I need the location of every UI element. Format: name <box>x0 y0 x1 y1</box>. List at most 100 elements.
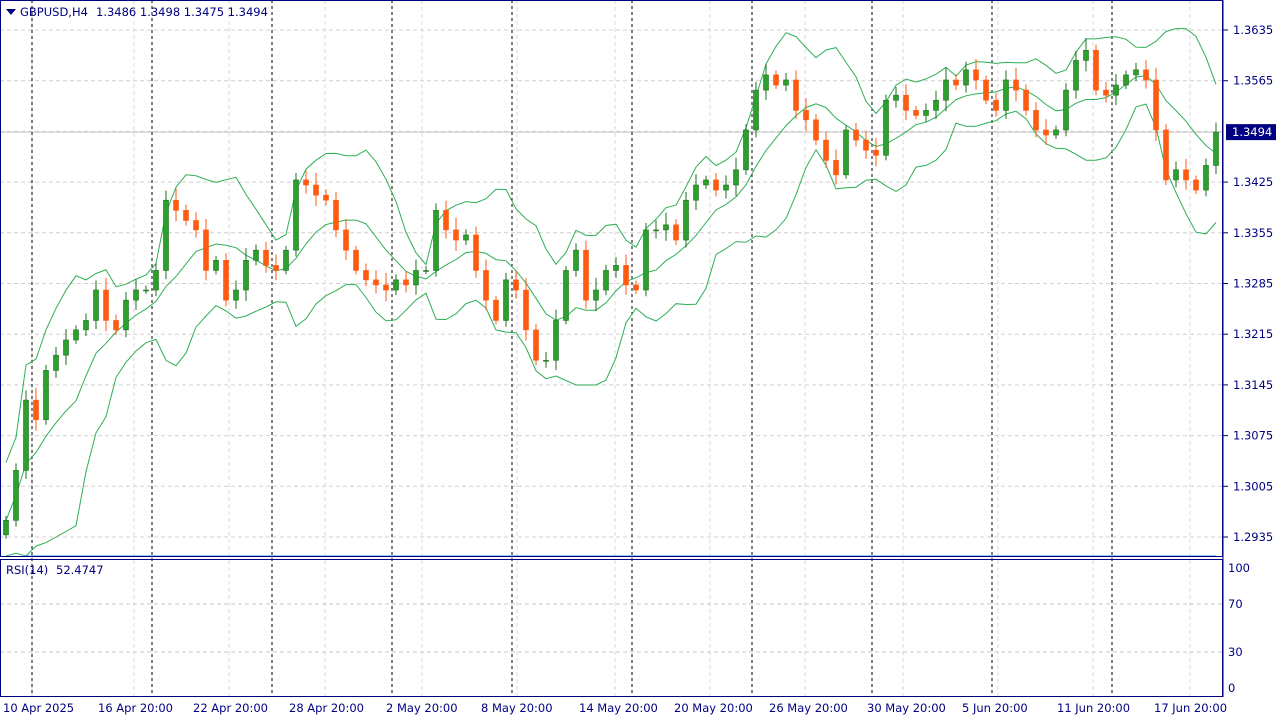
candle-body <box>1183 169 1189 181</box>
time-tick-label: 14 May 20:00 <box>579 701 658 715</box>
rsi-tick-label: 0 <box>1228 681 1235 695</box>
price-tick-label: 1.3635 <box>1233 23 1273 37</box>
candle-body <box>413 270 419 286</box>
candle-body <box>1163 129 1169 181</box>
candle-body <box>213 260 219 271</box>
candle-body <box>3 520 9 536</box>
candle-body <box>163 199 169 271</box>
candle-body <box>203 229 209 271</box>
rsi-tick-label: 30 <box>1228 645 1243 659</box>
candle-body <box>623 265 629 286</box>
time-tick-label: 26 May 20:00 <box>769 701 848 715</box>
candle-body <box>593 289 599 301</box>
candle-body <box>713 179 719 191</box>
candle-body <box>653 229 659 232</box>
candle-body <box>923 110 929 116</box>
price-chart[interactable]: 1.3635 1.3565 1.3425 1.3355 1.3285 1.3215 1.31… <box>0 0 1280 720</box>
time-tick-label: 28 Apr 20:00 <box>289 701 364 715</box>
rsi-value-label: 52.4747 <box>56 563 104 577</box>
price-tick-label: 1.3215 <box>1233 327 1273 341</box>
ohlc-label: 1.3486 1.3498 1.3475 1.3494 <box>96 5 268 19</box>
candle-body <box>603 270 609 291</box>
candle-body <box>673 224 679 241</box>
price-tick-label: 1.3145 <box>1233 378 1273 392</box>
candle-body <box>703 179 709 186</box>
time-tick-label: 17 Jun 20:00 <box>1154 701 1227 715</box>
candle-body <box>103 289 109 321</box>
candle-body <box>533 329 539 361</box>
candle-body <box>453 229 459 241</box>
candle-body <box>1043 129 1049 136</box>
time-tick-label: 8 May 20:00 <box>481 701 553 715</box>
candle-body <box>763 74 769 91</box>
candle-body <box>123 299 129 331</box>
candle-body <box>193 220 199 231</box>
candle-body <box>273 265 279 271</box>
price-tick-label: 1.2935 <box>1233 530 1273 544</box>
current-price-label: 1.3494 <box>1232 125 1272 139</box>
candle-body <box>23 399 29 471</box>
candle-body <box>543 359 549 362</box>
candle-body <box>743 129 749 171</box>
candle-body <box>423 270 429 272</box>
candle-body <box>983 79 989 101</box>
candle-body <box>873 149 879 156</box>
candle-body <box>1013 79 1019 91</box>
candle-body <box>1153 79 1159 131</box>
candle-body <box>173 199 179 211</box>
candle-body <box>353 249 359 271</box>
candle-body <box>913 110 919 116</box>
time-tick-label: 16 Apr 20:00 <box>98 701 173 715</box>
candle-body <box>493 299 499 321</box>
candle-body <box>1003 79 1009 111</box>
candle-body <box>933 99 939 111</box>
candle-body <box>863 139 869 151</box>
candle-body <box>793 79 799 111</box>
candle-body <box>1033 110 1039 131</box>
candle-body <box>1133 69 1139 76</box>
candle-body <box>1073 60 1079 91</box>
candle-body <box>1023 89 1029 111</box>
rsi-tick-label: 70 <box>1228 597 1243 611</box>
time-tick-label: 10 Apr 2025 <box>3 701 74 715</box>
candle-body <box>883 99 889 156</box>
candle-body <box>823 139 829 161</box>
candle-body <box>1053 129 1059 136</box>
candle-body <box>1083 49 1089 61</box>
candle-body <box>133 289 139 301</box>
price-tick-label: 1.3075 <box>1233 429 1273 443</box>
candle-body <box>843 129 849 176</box>
candle-body <box>253 249 259 261</box>
candle-body <box>1203 165 1209 191</box>
candle-body <box>583 249 589 301</box>
candle-body <box>1173 169 1179 181</box>
candle-body <box>523 289 529 331</box>
candle-body <box>343 229 349 251</box>
time-tick-label: 5 Jun 20:00 <box>962 701 1028 715</box>
candle-body <box>333 199 339 231</box>
time-tick-label: 11 Jun 20:00 <box>1057 701 1130 715</box>
candle-body <box>973 69 979 81</box>
candle-body <box>733 169 739 186</box>
candle-body <box>113 320 119 331</box>
candle-body <box>893 94 899 101</box>
candle-body <box>383 284 389 291</box>
candle-body <box>233 289 239 301</box>
time-tick-label: 30 May 20:00 <box>867 701 946 715</box>
candle-body <box>853 129 859 141</box>
candle-body <box>1123 74 1129 86</box>
rsi-tick-label: 100 <box>1228 561 1250 575</box>
candle-body <box>433 210 439 271</box>
candle-body <box>183 210 189 221</box>
candle-body <box>283 249 289 271</box>
candle-body <box>293 179 299 251</box>
rsi-name-label: RSI(14) <box>6 563 48 577</box>
candle-body <box>223 260 229 301</box>
candle-body <box>373 279 379 286</box>
candle-body <box>803 110 809 121</box>
chart-background <box>0 0 1280 720</box>
candle-body <box>303 179 309 186</box>
candle-body <box>313 184 319 196</box>
candle-body <box>723 184 729 191</box>
candle-body <box>63 339 69 356</box>
